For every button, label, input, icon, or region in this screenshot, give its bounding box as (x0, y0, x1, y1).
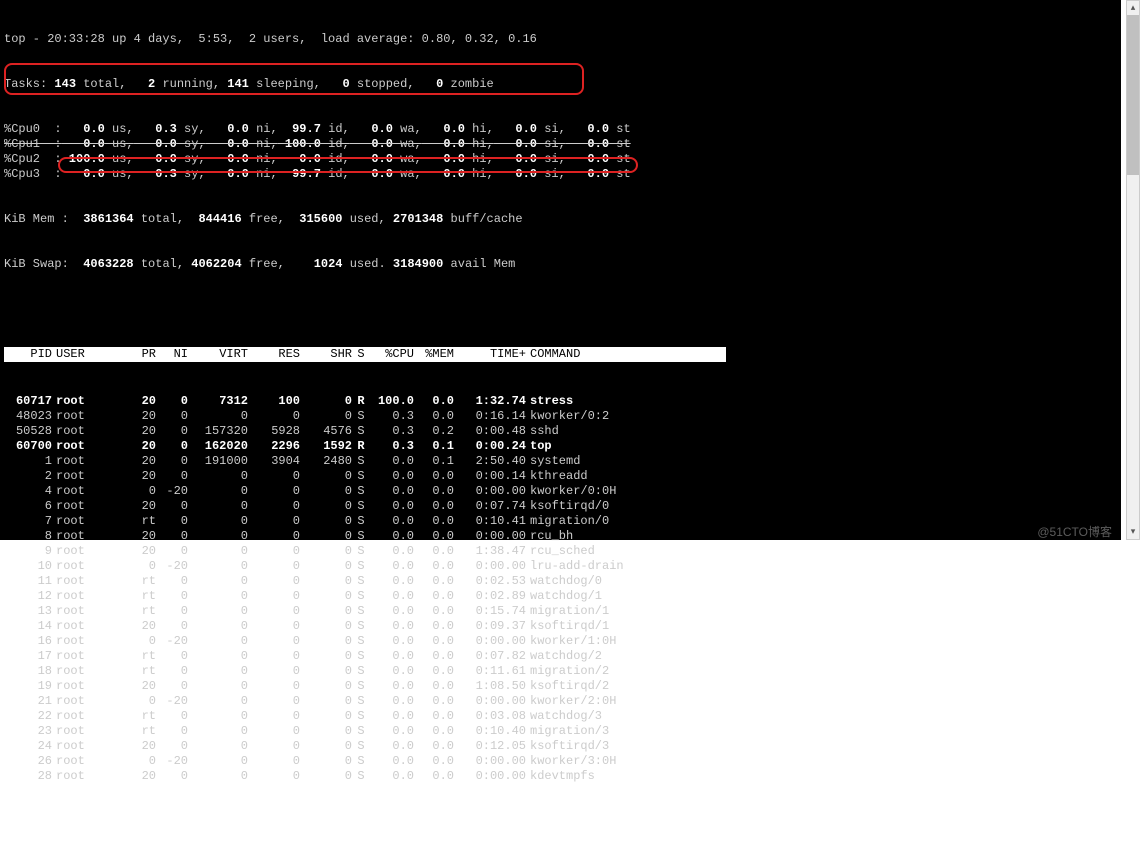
process-row[interactable]: 19root200000S0.00.01:08.50ksoftirqd/2 (4, 679, 1117, 694)
top-summary-tasks: Tasks: 143 total, 2 running, 141 sleepin… (4, 77, 1117, 92)
cpu-line: %Cpu3 : 0.0 us, 0.3 sy, 0.0 ni, 99.7 id,… (4, 167, 1117, 182)
process-row[interactable]: 11rootrt0000S0.00.00:02.53watchdog/0 (4, 574, 1117, 589)
cpu-line: %Cpu1 : 0.0 us, 0.0 sy, 0.0 ni, 100.0 id… (4, 137, 1117, 152)
column-header[interactable]: SHR (300, 347, 352, 362)
process-row[interactable]: 6root200000S0.00.00:07.74ksoftirqd/0 (4, 499, 1117, 514)
column-header[interactable]: TIME+ (454, 347, 526, 362)
process-row[interactable]: 8root200000S0.00.00:00.00rcu_bh (4, 529, 1117, 544)
process-row[interactable]: 21root0-20000S0.00.00:00.00kworker/2:0H (4, 694, 1117, 709)
process-table-body: 60717root20073121000R100.00.01:32.74stre… (4, 394, 1117, 784)
cpu-line: %Cpu0 : 0.0 us, 0.3 sy, 0.0 ni, 99.7 id,… (4, 122, 1117, 137)
process-table-header: PIDUSERPRNIVIRTRESSHRS%CPU%MEMTIME+COMMA… (4, 347, 1117, 362)
vertical-scrollbar[interactable]: ▴ ▾ (1126, 0, 1140, 540)
process-row[interactable]: 4root0-20000S0.00.00:00.00kworker/0:0H (4, 484, 1117, 499)
column-header[interactable]: S (352, 347, 370, 362)
process-row[interactable]: 24root200000S0.00.00:12.05ksoftirqd/3 (4, 739, 1117, 754)
column-header[interactable]: COMMAND (526, 347, 726, 362)
process-row[interactable]: 13rootrt0000S0.00.00:15.74migration/1 (4, 604, 1117, 619)
process-row[interactable]: 60717root20073121000R100.00.01:32.74stre… (4, 394, 1117, 409)
scroll-up-arrow-icon[interactable]: ▴ (1127, 2, 1139, 14)
scrollbar-thumb[interactable] (1127, 15, 1139, 175)
top-summary-cpus: %Cpu0 : 0.0 us, 0.3 sy, 0.0 ni, 99.7 id,… (4, 122, 1117, 182)
process-row[interactable]: 7rootrt0000S0.00.00:10.41migration/0 (4, 514, 1117, 529)
process-row[interactable]: 16root0-20000S0.00.00:00.00kworker/1:0H (4, 634, 1117, 649)
process-row[interactable]: 17rootrt0000S0.00.00:07.82watchdog/2 (4, 649, 1117, 664)
column-header[interactable]: PID (4, 347, 52, 362)
column-header[interactable]: %CPU (370, 347, 414, 362)
process-row[interactable]: 18rootrt0000S0.00.00:11.61migration/2 (4, 664, 1117, 679)
column-header[interactable]: VIRT (188, 347, 248, 362)
process-row[interactable]: 48023root200000S0.30.00:16.14kworker/0:2 (4, 409, 1117, 424)
column-header[interactable]: %MEM (414, 347, 454, 362)
process-row[interactable]: 26root0-20000S0.00.00:00.00kworker/3:0H (4, 754, 1117, 769)
column-header[interactable]: PR (124, 347, 156, 362)
cpu-line: %Cpu2 : 100.0 us, 0.0 sy, 0.0 ni, 0.0 id… (4, 152, 1117, 167)
column-header[interactable]: USER (52, 347, 124, 362)
process-row[interactable]: 9root200000S0.00.01:38.47rcu_sched (4, 544, 1117, 559)
process-row[interactable]: 23rootrt0000S0.00.00:10.40migration/3 (4, 724, 1117, 739)
process-row[interactable]: 12rootrt0000S0.00.00:02.89watchdog/1 (4, 589, 1117, 604)
terminal-window[interactable]: top - 20:33:28 up 4 days, 5:53, 2 users,… (0, 0, 1121, 540)
process-row[interactable]: 14root200000S0.00.00:09.37ksoftirqd/1 (4, 619, 1117, 634)
watermark-text: @51CTO博客 (1037, 523, 1112, 540)
top-summary-line1: top - 20:33:28 up 4 days, 5:53, 2 users,… (4, 32, 1117, 47)
process-row[interactable]: 28root200000S0.00.00:00.00kdevtmpfs (4, 769, 1117, 784)
process-row[interactable]: 50528root20015732059284576S0.30.20:00.48… (4, 424, 1117, 439)
process-row[interactable]: 60700root20016202022961592R0.30.10:00.24… (4, 439, 1117, 454)
column-header[interactable]: RES (248, 347, 300, 362)
process-row[interactable]: 1root20019100039042480S0.00.12:50.40syst… (4, 454, 1117, 469)
process-row[interactable]: 2root200000S0.00.00:00.14kthreadd (4, 469, 1117, 484)
column-header[interactable]: NI (156, 347, 188, 362)
process-row[interactable]: 10root0-20000S0.00.00:00.00lru-add-drain (4, 559, 1117, 574)
process-row[interactable]: 22rootrt0000S0.00.00:03.08watchdog/3 (4, 709, 1117, 724)
scroll-down-arrow-icon[interactable]: ▾ (1127, 526, 1139, 538)
top-summary-mem: KiB Mem : 3861364 total, 844416 free, 31… (4, 212, 1117, 227)
top-summary-swap: KiB Swap: 4063228 total, 4062204 free, 1… (4, 257, 1117, 272)
